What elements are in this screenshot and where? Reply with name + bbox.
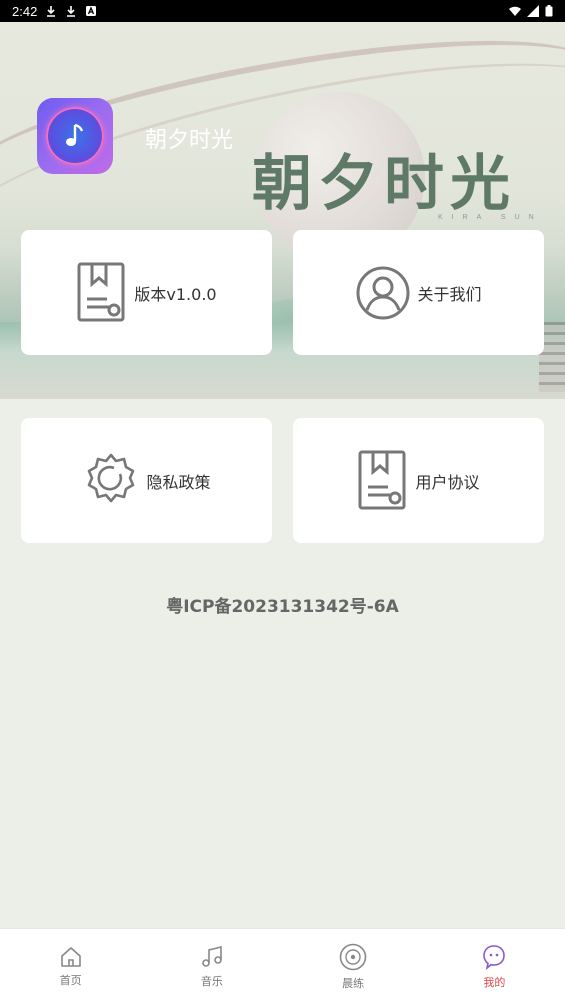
tab-morning-exercise[interactable]: 晨练 xyxy=(283,929,424,1004)
bottom-tab-bar: 首页 音乐 晨练 我的 xyxy=(0,928,565,1004)
app-name: 朝夕时光 xyxy=(145,128,234,153)
user-agreement-card[interactable]: 用户协议 xyxy=(293,418,544,543)
tab-home-label: 首页 xyxy=(59,973,82,987)
privacy-policy-label: 隐私政策 xyxy=(146,472,211,492)
document-icon xyxy=(77,262,125,321)
about-us-card[interactable]: 关于我们 xyxy=(293,230,544,355)
about-us-label: 关于我们 xyxy=(417,284,482,304)
banner-subtitle: KIRA SUN xyxy=(438,214,543,221)
tab-music-label: 音乐 xyxy=(200,974,223,988)
version-card[interactable]: 版本v1.0.0 xyxy=(21,230,272,355)
gear-icon xyxy=(88,453,135,502)
app-logo xyxy=(37,98,113,174)
wifi-icon xyxy=(509,6,521,16)
user-agreement-label: 用户协议 xyxy=(415,472,480,492)
status-time: 2:42 xyxy=(12,3,38,19)
download-icon xyxy=(47,6,56,17)
music-note-icon xyxy=(46,107,104,165)
user-circle-icon xyxy=(356,266,410,319)
battery-icon xyxy=(545,5,553,17)
home-icon xyxy=(60,946,81,967)
tab-mine-label: 我的 xyxy=(483,975,506,989)
signal-icon xyxy=(527,5,539,17)
tab-music[interactable]: 音乐 xyxy=(141,929,282,1004)
tab-mine[interactable]: 我的 xyxy=(424,929,565,1004)
banner-title: 朝夕时光 xyxy=(252,149,516,219)
tab-morning-exercise-label: 晨练 xyxy=(342,976,365,990)
status-bar: 2:42 xyxy=(0,0,565,22)
tab-home[interactable]: 首页 xyxy=(0,929,141,1004)
version-label: 版本v1.0.0 xyxy=(134,284,217,304)
music-icon xyxy=(202,945,222,967)
download-icon xyxy=(67,6,76,17)
privacy-policy-card[interactable]: 隐私政策 xyxy=(21,418,272,543)
a-icon xyxy=(86,6,97,16)
disc-icon xyxy=(339,943,367,970)
profile-icon xyxy=(483,944,506,970)
icp-record-text[interactable]: 粤ICP备2023131342号-6A xyxy=(0,592,565,617)
document-icon xyxy=(358,450,406,509)
